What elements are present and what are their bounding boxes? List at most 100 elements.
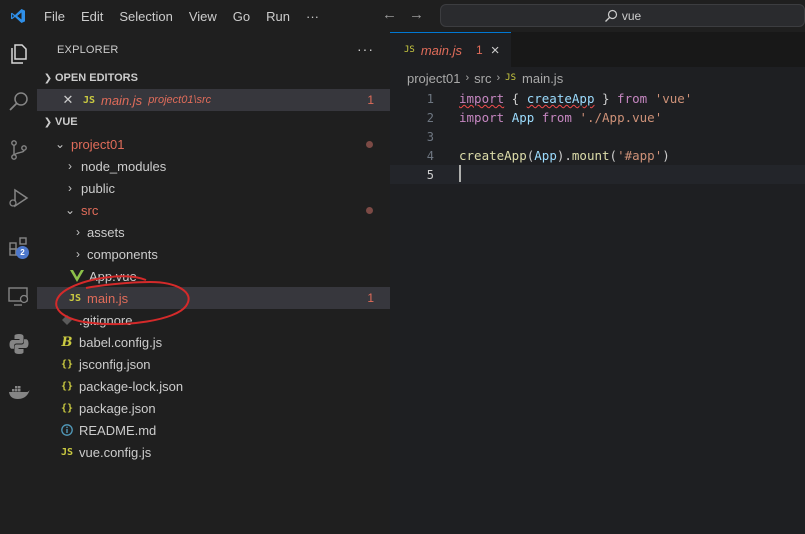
- tree-label: package.json: [79, 400, 156, 416]
- text-cursor: [459, 164, 461, 182]
- navigation-arrows: ← →: [382, 6, 424, 23]
- code-token: (: [609, 148, 618, 163]
- open-editor-item[interactable]: ✕ JS main.js project01\src 1: [37, 89, 390, 111]
- command-center-search[interactable]: vue: [440, 4, 805, 27]
- search-text: vue: [621, 8, 642, 23]
- code-line[interactable]: 1 import { createApp } from 'vue': [390, 89, 805, 108]
- code-text: import App from './App.vue': [459, 110, 662, 125]
- problems-count: 1: [367, 291, 374, 305]
- code-line[interactable]: 2 import App from './App.vue': [390, 108, 805, 127]
- tab-problems-count: 1: [476, 43, 483, 57]
- breadcrumb: project01 › src › JS main.js: [390, 67, 805, 89]
- tree-item-node-modules[interactable]: › node_modules: [37, 155, 390, 177]
- tree-item-package-json[interactable]: {} package.json: [37, 397, 390, 419]
- tree-item-babel-config[interactable]: B babel.config.js: [37, 331, 390, 353]
- breadcrumb-src[interactable]: src: [474, 71, 491, 86]
- search-icon: [604, 9, 617, 22]
- menu-file[interactable]: File: [36, 9, 73, 24]
- chevron-down-icon: ❯: [43, 72, 53, 84]
- js-file-icon: JS: [505, 73, 517, 83]
- code-line[interactable]: 3: [390, 127, 805, 146]
- run-debug-icon[interactable]: [0, 180, 37, 216]
- chevron-down-icon: ⌄: [54, 137, 66, 151]
- close-tab-icon[interactable]: ×: [491, 42, 500, 59]
- remote-explorer-icon[interactable]: [0, 278, 37, 314]
- tree-item-public[interactable]: › public: [37, 177, 390, 199]
- tree-item-app-vue[interactable]: App.vue: [37, 265, 390, 287]
- back-arrow-icon[interactable]: ←: [382, 6, 397, 23]
- tree-item-src[interactable]: ⌄ src: [37, 199, 390, 221]
- open-editors-header[interactable]: ❯ OPEN EDITORS: [37, 67, 390, 89]
- code-token: createApp: [526, 91, 595, 106]
- code-token: {: [504, 91, 527, 106]
- modified-dot-icon: [366, 140, 373, 148]
- menu-go[interactable]: Go: [225, 9, 258, 24]
- tree-item-assets[interactable]: › assets: [37, 221, 390, 243]
- tab-main-js[interactable]: JS main.js 1 ×: [390, 32, 511, 67]
- code-token: import: [459, 110, 505, 125]
- tree-label: public: [81, 180, 115, 196]
- forward-arrow-icon[interactable]: →: [409, 6, 424, 23]
- editor-tabs: JS main.js 1 ×: [390, 32, 805, 67]
- code-token: 'vue': [654, 91, 693, 106]
- breadcrumb-main-js[interactable]: main.js: [522, 71, 563, 86]
- tree-item-package-lock[interactable]: {} package-lock.json: [37, 375, 390, 397]
- chevron-right-icon: ›: [465, 72, 470, 84]
- breadcrumb-project01[interactable]: project01: [407, 71, 460, 86]
- docker-icon[interactable]: [0, 374, 37, 410]
- tree-item-gitignore[interactable]: .gitignore: [37, 309, 390, 331]
- tree-item-project01[interactable]: ⌄ project01: [37, 133, 390, 155]
- menu-bar: File Edit Selection View Go Run ···: [36, 9, 327, 24]
- code-text: import { createApp } from 'vue': [459, 91, 692, 106]
- code-line[interactable]: 5: [390, 164, 805, 185]
- line-number: 5: [426, 167, 434, 182]
- workspace-header[interactable]: ❯ VUE: [37, 111, 390, 133]
- tree-item-readme[interactable]: README.md: [37, 419, 390, 441]
- menu-edit[interactable]: Edit: [73, 9, 111, 24]
- json-file-icon: {}: [60, 358, 74, 370]
- menu-selection[interactable]: Selection: [111, 9, 180, 24]
- title-bar: File Edit Selection View Go Run ··· ← → …: [0, 0, 805, 32]
- search-activity-icon[interactable]: [0, 84, 37, 120]
- chevron-right-icon: ›: [496, 72, 501, 84]
- tree-label: babel.config.js: [79, 334, 163, 350]
- menu-more[interactable]: ···: [298, 9, 327, 24]
- tree-label: src: [81, 202, 99, 218]
- code-token: ): [662, 148, 670, 163]
- line-number: 1: [426, 91, 434, 106]
- code-token: App: [511, 110, 535, 125]
- tree-item-components[interactable]: › components: [37, 243, 390, 265]
- tree-item-jsconfig[interactable]: {} jsconfig.json: [37, 353, 390, 375]
- tree-item-main-js[interactable]: JS main.js 1: [37, 287, 390, 309]
- menu-run[interactable]: Run: [258, 9, 298, 24]
- problems-count: 1: [367, 93, 374, 107]
- modified-dot-icon: [366, 206, 373, 214]
- code-text: [459, 164, 461, 185]
- extensions-icon[interactable]: 2: [0, 228, 37, 264]
- chevron-down-icon: ❯: [43, 116, 53, 128]
- code-line[interactable]: 4 createApp(App).mount('#app'): [390, 146, 805, 165]
- python-icon[interactable]: [0, 326, 37, 362]
- tree-label: vue.config.js: [79, 444, 152, 460]
- tree-label: node_modules: [81, 158, 167, 174]
- explorer-more-actions-icon[interactable]: ···: [357, 41, 374, 57]
- activity-bar: 2: [0, 32, 37, 534]
- code-token: './App.vue': [579, 110, 663, 125]
- vue-file-icon: [69, 270, 85, 282]
- source-control-icon[interactable]: [0, 132, 37, 168]
- tree-label: jsconfig.json: [79, 356, 151, 372]
- tab-label: main.js: [420, 42, 463, 58]
- extensions-badge: 2: [16, 246, 29, 259]
- close-editor-icon[interactable]: ✕: [61, 92, 75, 108]
- chevron-down-icon: ⌄: [64, 203, 76, 217]
- menu-view[interactable]: View: [181, 9, 225, 24]
- code-editor[interactable]: 1 import { createApp } from 'vue' 2 import …: [390, 89, 805, 184]
- tree-item-vue-config[interactable]: JS vue.config.js: [37, 441, 390, 463]
- info-file-icon: [59, 424, 75, 436]
- explorer-files-icon[interactable]: [0, 36, 37, 72]
- chevron-right-icon: ›: [68, 181, 72, 195]
- code-token: from: [541, 110, 572, 125]
